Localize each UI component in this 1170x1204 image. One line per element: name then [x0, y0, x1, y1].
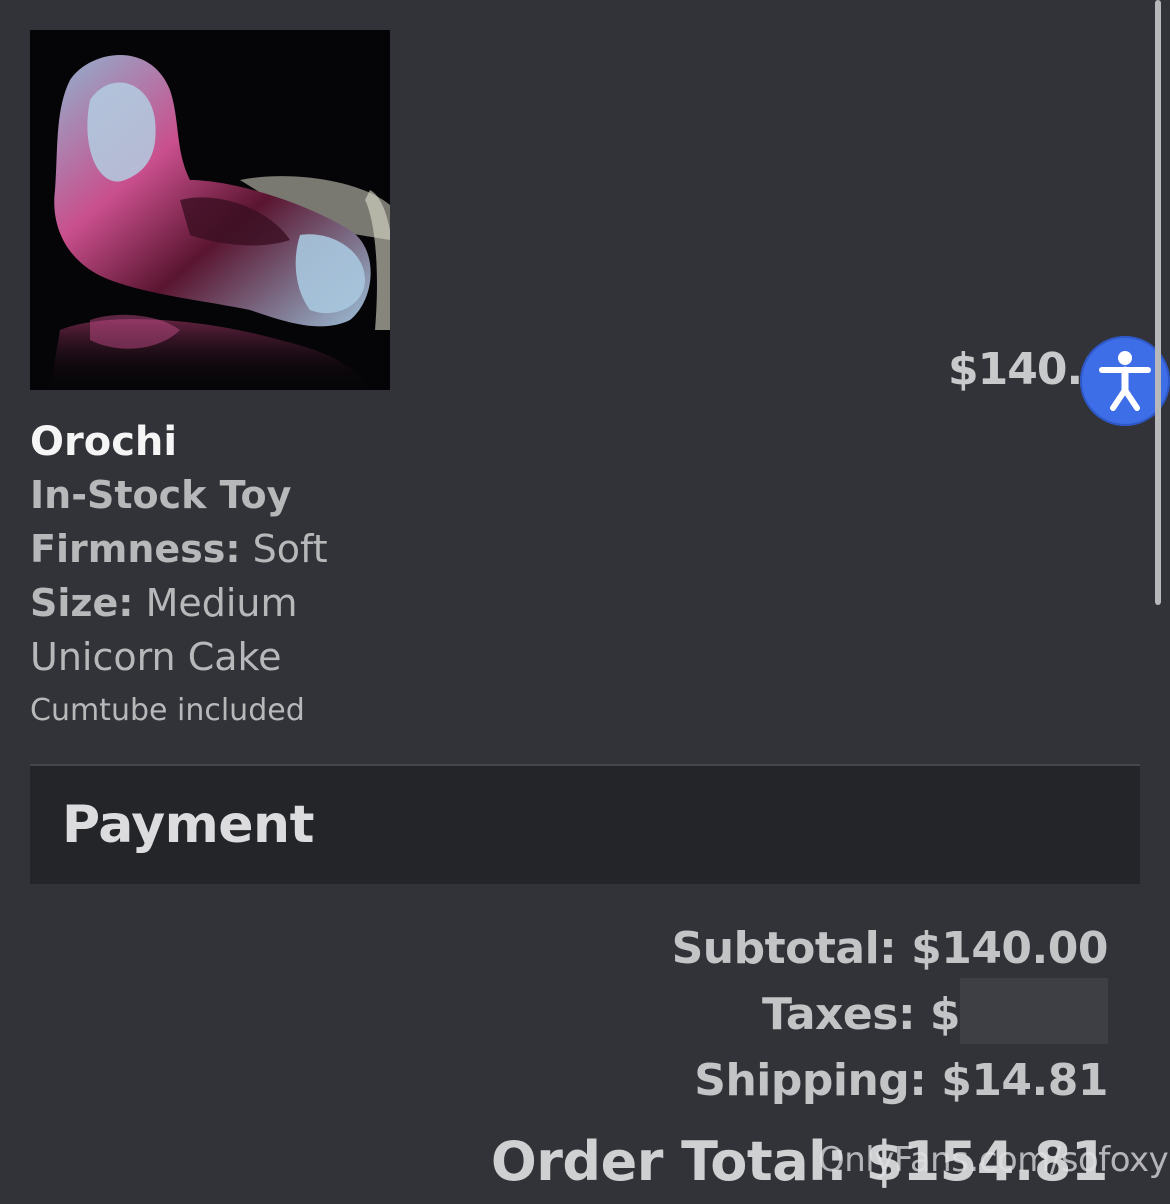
size-option: Size: Medium — [30, 576, 328, 630]
taxes: Taxes: $ — [491, 978, 1108, 1048]
scrollbar[interactable] — [1155, 0, 1161, 605]
product-photo — [50, 55, 390, 390]
firmness-value: Soft — [252, 527, 328, 571]
redacted-taxes-value — [960, 978, 1108, 1044]
product-name[interactable]: Orochi — [30, 418, 328, 466]
firmness-label: Firmness: — [30, 527, 241, 571]
product-image[interactable] — [30, 30, 390, 390]
product-info: Orochi In-Stock Toy Firmness: Soft Size:… — [30, 418, 328, 732]
taxes-label: Taxes: $ — [762, 989, 960, 1040]
size-label: Size: — [30, 581, 134, 625]
product-type: In-Stock Toy — [30, 473, 292, 517]
payment-title: Payment — [62, 795, 314, 855]
firmness-option: Firmness: Soft — [30, 522, 328, 576]
product-note: Cumtube included — [30, 693, 305, 728]
payment-header: Payment — [30, 766, 1140, 884]
size-value: Medium — [145, 581, 298, 625]
subtotal: Subtotal: $140.00 — [671, 923, 1109, 974]
shipping: Shipping: $14.81 — [694, 1055, 1108, 1106]
watermark: OnlyFans.com/sofoxy — [818, 1140, 1169, 1180]
product-color: Unicorn Cake — [30, 635, 282, 679]
